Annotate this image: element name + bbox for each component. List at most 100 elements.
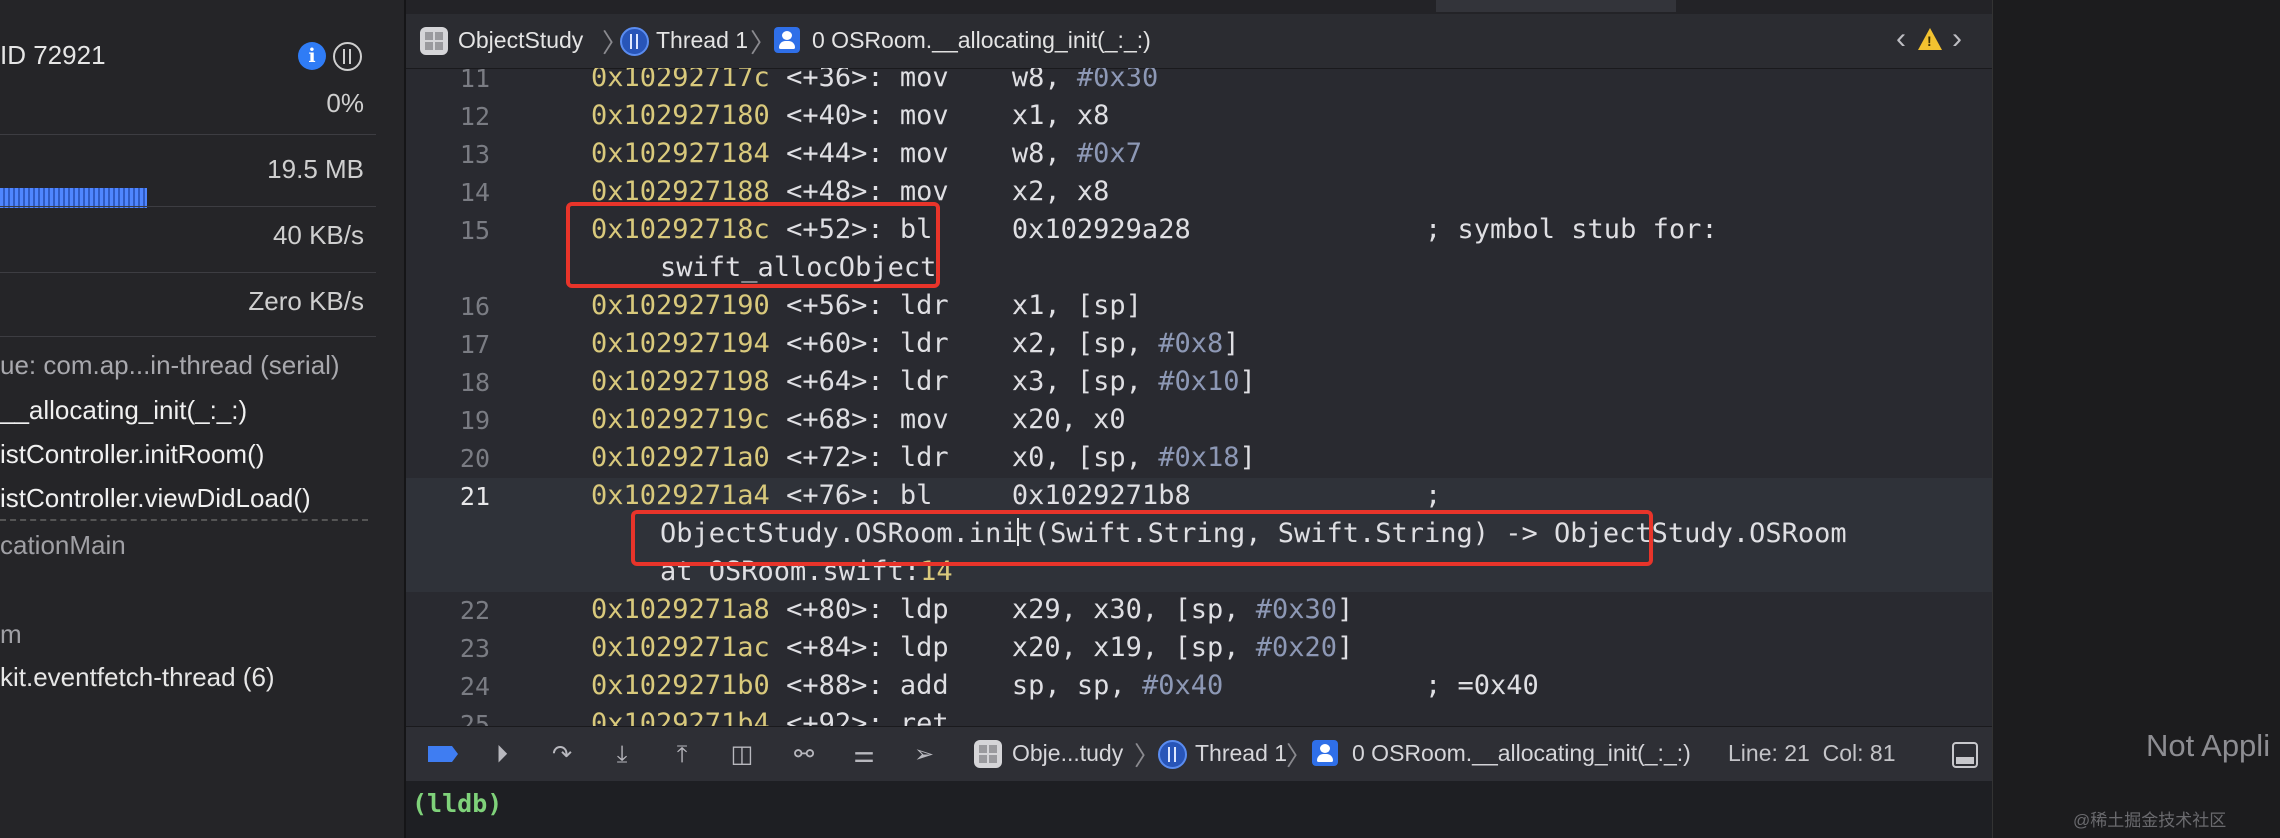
instruction-address: 0x102927190 xyxy=(591,290,770,321)
stack-frame-2[interactable]: istController.viewDidLoad() xyxy=(0,483,311,514)
jump-bar: ObjectStudy 〉 Thread 1 〉 0 OSRoom.__allo… xyxy=(406,14,1992,69)
instruction-opcode: ldr xyxy=(899,328,949,359)
instruction-offset: <+80>: xyxy=(786,594,884,625)
jump-bar-target[interactable]: ObjectStudy xyxy=(458,27,583,54)
instruction-opcode: ldp xyxy=(899,594,949,625)
instruction-immediate: #0x20 xyxy=(1255,632,1338,663)
code-line[interactable]: 17 0x102927194 <+60>: ldr x2, [sp, #0x8] xyxy=(406,326,1992,364)
breakpoints-toggle-icon[interactable] xyxy=(428,746,458,762)
cpu-gauge-value[interactable]: 0% xyxy=(326,88,364,119)
instruction: 0x102927180 <+40>: mov x1, x8 xyxy=(591,100,1109,131)
instruction: 0x1029271b4 <+92>: ret xyxy=(591,708,1012,726)
instruction-address: 0x10292719c xyxy=(591,404,770,435)
instruction-offset: <+84>: xyxy=(786,632,884,663)
info-icon[interactable]: i xyxy=(298,42,326,70)
chevron-right-icon[interactable]: › xyxy=(1952,22,1962,56)
instruction-immediate: #0x10 xyxy=(1158,366,1240,397)
instruction-immediate: #0x7 xyxy=(1076,138,1142,169)
instruction: 0x1029271b0 <+88>: add sp, sp, #0x40 ; =0x… xyxy=(591,670,1539,701)
instruction-args: w8, xyxy=(1011,138,1077,169)
instruction-opcode: ret xyxy=(899,708,949,726)
editor-tab[interactable] xyxy=(1436,0,1676,12)
highlight-box-alloc xyxy=(566,202,940,288)
line-number: 19 xyxy=(459,406,490,435)
queue-label[interactable]: ue: com.ap...in-thread (serial) xyxy=(0,350,340,381)
not-applicable-label: Not Appli xyxy=(2146,728,2271,763)
memory-graph-icon[interactable]: ⚯ xyxy=(790,741,818,769)
console-toggle-icon[interactable] xyxy=(1952,742,1978,768)
code-line[interactable]: 11 0x10292717c <+36>: mov w8, #0x30 xyxy=(406,68,1992,98)
code-line[interactable]: 12 0x102927180 <+40>: mov x1, x8 xyxy=(406,98,1992,136)
instruction-args: x29, x30, [sp, xyxy=(1011,594,1256,625)
instruction-offset: <+92>: xyxy=(786,708,884,726)
jump-bar-thread[interactable]: Thread 1 xyxy=(656,27,748,54)
code-area[interactable]: 11 0x10292717c <+36>: mov w8, #0x30 12 0x102… xyxy=(406,68,1992,726)
instruction-address: 0x102927184 xyxy=(591,138,770,169)
debug-navigator: ID 72921 i 0% 19.5 MB 40 KB/s Zero KB/s … xyxy=(0,0,406,838)
instruction: 0x102927194 <+60>: ldr x2, [sp, #0x8] xyxy=(591,328,1240,359)
line-number: 17 xyxy=(459,330,490,359)
instruction-immediate: #0x30 xyxy=(1255,594,1338,625)
line-number: 21 xyxy=(459,482,490,511)
code-line[interactable]: 19 0x10292719c <+68>: mov x20, x0 xyxy=(406,402,1992,440)
highlight-box-init xyxy=(631,510,1653,566)
instruction-args: 0x102929a28 xyxy=(1011,214,1191,245)
instruction-opcode: mov xyxy=(899,68,949,93)
thread-item[interactable]: m xyxy=(0,619,22,650)
instruction-args: x1, [sp] xyxy=(1011,290,1142,321)
code-line[interactable]: 20 0x1029271a0 <+72>: ldr x0, [sp, #0x18] xyxy=(406,440,1992,478)
debug-bar: ⏵ ↷ ⤓ ⤒ ◫ ⚯ ⚌ ➢ Obje...tudy 〉 Thread 1 〉… xyxy=(406,726,1992,781)
stack-frame-1[interactable]: istController.initRoom() xyxy=(0,439,264,470)
instruction: 0x1029271a8 <+80>: ldp x29, x30, [sp, #0x… xyxy=(591,594,1353,625)
code-line[interactable]: 23 0x1029271ac <+84>: ldp x20, x19, [sp, #… xyxy=(406,630,1992,668)
view-hierarchy-icon[interactable]: ◫ xyxy=(728,741,756,769)
continue-icon[interactable]: ⏵ xyxy=(488,741,516,769)
instruction-address: 0x1029271a0 xyxy=(591,442,770,473)
instruction-offset: <+64>: xyxy=(786,366,884,397)
simulate-location-icon[interactable]: ➢ xyxy=(910,741,938,769)
instruction-args: x0, [sp, xyxy=(1011,442,1159,473)
thread-icon[interactable] xyxy=(333,42,362,71)
code-line[interactable]: 25 0x1029271b4 <+92>: ret xyxy=(406,706,1992,726)
disk-gauge-value[interactable]: 40 KB/s xyxy=(273,220,364,251)
line-number: 18 xyxy=(459,368,490,397)
debug-bar-thread[interactable]: Thread 1 xyxy=(1195,740,1287,767)
instruction-offset: <+40>: xyxy=(786,100,884,131)
cursor-position: Line: 21 Col: 81 xyxy=(1728,740,1896,766)
thread-eventfetch[interactable]: kit.eventfetch-thread (6) xyxy=(0,662,275,693)
stack-frame-icon xyxy=(774,27,800,53)
instruction-args: x1, x8 xyxy=(1011,100,1110,131)
lldb-prompt: (lldb) xyxy=(412,789,503,818)
environment-overrides-icon[interactable]: ⚌ xyxy=(850,741,878,769)
memory-gauge-value[interactable]: 19.5 MB xyxy=(267,154,364,185)
lldb-console[interactable]: (lldb) xyxy=(406,781,1992,838)
warning-icon[interactable]: ! xyxy=(1918,28,1942,50)
code-line[interactable]: 22 0x1029271a8 <+80>: ldp x29, x30, [sp, #… xyxy=(406,592,1992,630)
debug-bar-target[interactable]: Obje...tudy xyxy=(1012,740,1123,767)
jump-bar-frame[interactable]: 0 OSRoom.__allocating_init(_:_:) xyxy=(812,27,1151,54)
step-out-icon[interactable]: ⤒ xyxy=(668,741,696,769)
code-line[interactable]: 18 0x102927198 <+64>: ldr x3, [sp, #0x10] xyxy=(406,364,1992,402)
instruction: 0x102927198 <+64>: ldr x3, [sp, #0x10] xyxy=(591,366,1256,397)
stack-frame-main[interactable]: cationMain xyxy=(0,530,126,561)
code-line[interactable]: 16 0x102927190 <+56>: ldr x1, [sp] xyxy=(406,288,1992,326)
code-line[interactable]: 13 0x102927184 <+44>: mov w8, #0x7 xyxy=(406,136,1992,174)
instruction-offset: <+76>: xyxy=(786,480,884,511)
code-line[interactable]: 24 0x1029271b0 <+88>: add sp, sp, #0x40 ; =… xyxy=(406,668,1992,706)
instruction-args: x2, [sp, xyxy=(1011,328,1159,359)
instruction-args: w8, xyxy=(1011,68,1077,93)
instruction-address: 0x10292717c xyxy=(591,68,770,93)
instruction-args: x3, [sp, xyxy=(1011,366,1159,397)
step-over-icon[interactable]: ↷ xyxy=(548,741,576,769)
network-gauge-value[interactable]: Zero KB/s xyxy=(248,286,364,317)
instruction: 0x10292717c <+36>: mov w8, #0x30 xyxy=(591,68,1158,93)
chevron-left-icon[interactable]: ‹ xyxy=(1896,22,1906,56)
instruction-address: 0x1029271ac xyxy=(591,632,770,663)
debug-bar-frame[interactable]: 0 OSRoom.__allocating_init(_:_:) xyxy=(1352,740,1691,767)
stack-frame-0[interactable]: __allocating_init(_:_:) xyxy=(0,395,247,426)
instruction-address: 0x102927194 xyxy=(591,328,770,359)
app-target-icon xyxy=(974,740,1002,768)
step-into-icon[interactable]: ⤓ xyxy=(608,741,636,769)
instruction-immediate: #0x30 xyxy=(1076,68,1159,93)
instruction-opcode: add xyxy=(899,670,949,701)
